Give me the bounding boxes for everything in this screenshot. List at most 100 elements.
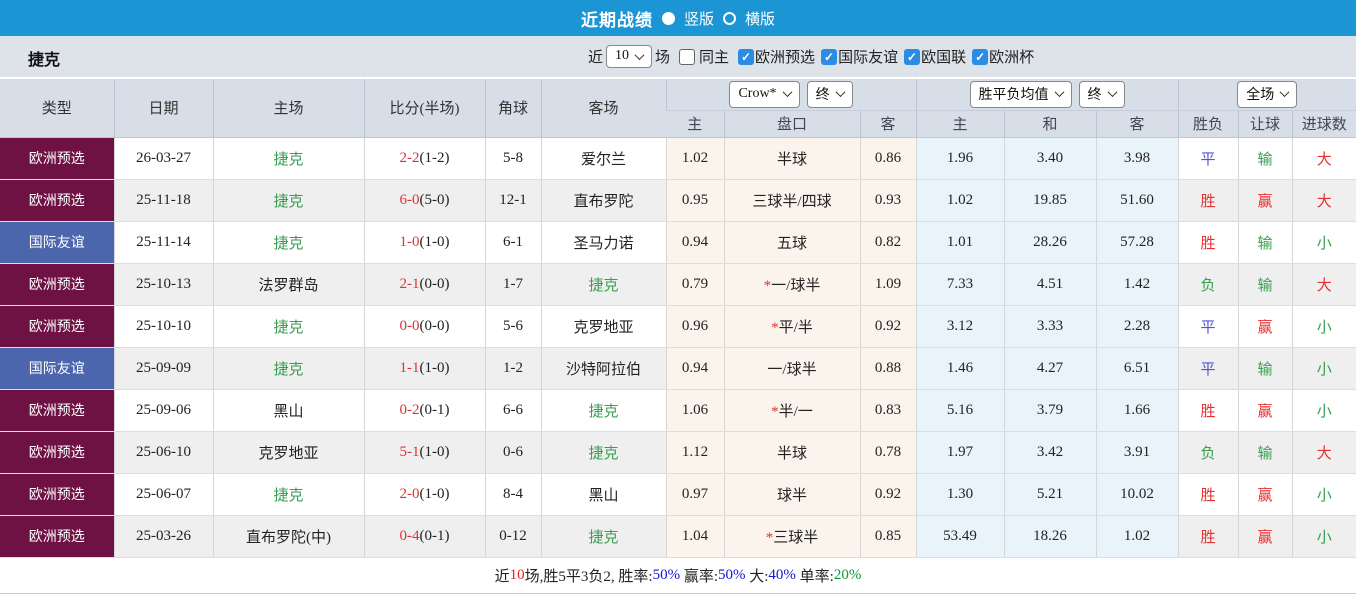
odds-away-cell: 0.86 xyxy=(859,137,916,180)
date-cell: 25-11-14 xyxy=(113,221,213,264)
avg-away-cell: 51.60 xyxy=(1095,179,1178,222)
home-team-cell: 克罗地亚 xyxy=(212,431,364,474)
away-team-cell: 捷克 xyxy=(540,389,666,432)
odds-company-select[interactable]: Crow* xyxy=(729,80,800,108)
corners-cell: 5-6 xyxy=(484,305,541,348)
filters-group: 近 10 场 同主 ✓ 欧洲预选 ✓ 国际友谊 ✓ 欧国联 ✓ 欧洲杯 xyxy=(585,36,1034,77)
footer-segment: 单率: xyxy=(795,568,834,585)
odds-time-select-2[interactable]: 终 xyxy=(1078,80,1125,108)
avg-draw-cell: 4.51 xyxy=(1003,263,1096,306)
over-under-cell: 小 xyxy=(1291,389,1356,432)
competition-checkbox[interactable]: ✓ xyxy=(972,48,989,65)
same-home-checkbox[interactable] xyxy=(679,48,696,65)
over-under-cell: 小 xyxy=(1291,473,1356,516)
avg-away-cell: 1.66 xyxy=(1095,389,1178,432)
recent-count-select[interactable]: 10 xyxy=(606,45,653,68)
match-type-cell: 欧洲预选 xyxy=(0,515,114,558)
table-row: 欧洲预选 25-06-10 克罗地亚 5-1(1-0) 0-6 捷克 1.12 半球 0.78 1… xyxy=(0,431,1356,474)
avg-metric-select[interactable]: 胜平负均值 xyxy=(969,80,1072,108)
home-team-cell: 捷克 xyxy=(212,473,364,516)
competition-label: 欧洲杯 xyxy=(989,50,1035,66)
home-team-cell: 捷克 xyxy=(212,347,364,390)
scope-group-header: 全场 xyxy=(1177,79,1356,111)
odds-home-cell: 0.96 xyxy=(665,305,724,348)
avg-home-cell: 3.12 xyxy=(915,305,1004,348)
result-cell: 平 xyxy=(1177,137,1238,180)
scope-value: 全场 xyxy=(1246,87,1275,103)
score-cell: 1-0(1-0) xyxy=(363,221,485,264)
recent-label: 近 xyxy=(588,50,604,66)
table-row: 欧洲预选 25-10-13 法罗群岛 2-1(0-0) 1-7 捷克 0.79 *一/球半 1.… xyxy=(0,263,1356,306)
footer-segment: 50% xyxy=(652,566,681,583)
result-cell: 胜 xyxy=(1177,221,1238,264)
chevron-down-icon xyxy=(782,87,793,98)
odds-away-cell: 0.78 xyxy=(859,431,916,474)
home-team-cell: 捷克 xyxy=(212,179,364,222)
away-team-cell: 沙特阿拉伯 xyxy=(540,347,666,390)
competition-checkbox[interactable]: ✓ xyxy=(738,48,755,65)
odds-away-cell: 0.93 xyxy=(859,179,916,222)
table-header: 类型 日期 主场 比分(半场) 角球 客场 Crow* 终 胜平负均值 终 全场… xyxy=(0,79,1356,138)
odds-time-value-2: 终 xyxy=(1087,87,1102,103)
over-under-cell: 大 xyxy=(1291,263,1356,306)
handicap-result-cell: 输 xyxy=(1237,221,1292,264)
odds-away-cell: 0.92 xyxy=(859,305,916,348)
footer-segment: 场,胜5平3负2, 胜率: xyxy=(524,568,653,585)
avg-home-cell: 1.97 xyxy=(915,431,1004,474)
handicap-result-cell: 赢 xyxy=(1237,305,1292,348)
odds-time-select-1[interactable]: 终 xyxy=(806,80,853,108)
table-row: 欧洲预选 25-06-07 捷克 2-0(1-0) 8-4 黑山 0.97 球半 0.92 1.3… xyxy=(0,473,1356,516)
away-team-cell: 直布罗陀 xyxy=(540,179,666,222)
away-team-cell: 克罗地亚 xyxy=(540,305,666,348)
horizontal-layout-label: 横版 xyxy=(745,10,776,28)
date-cell: 26-03-27 xyxy=(113,137,213,180)
filter-bar: 捷克 近 10 场 同主 ✓ 欧洲预选 ✓ 国际友谊 ✓ 欧国联 ✓ 欧洲杯 xyxy=(0,36,1356,79)
table-row: 欧洲预选 25-11-18 捷克 6-0(5-0) 12-1 直布罗陀 0.95 三球半/四球… xyxy=(0,179,1356,222)
competition-label: 欧洲预选 xyxy=(755,50,816,66)
table-row: 欧洲预选 25-03-26 直布罗陀(中) 0-4(0-1) 0-12 捷克 1.04 *三球… xyxy=(0,515,1356,558)
horizontal-layout-radio[interactable] xyxy=(723,11,736,25)
col-header-date: 日期 xyxy=(113,79,213,138)
avg-home-cell: 1.96 xyxy=(915,137,1004,180)
score-cell: 0-0(0-0) xyxy=(363,305,485,348)
date-cell: 25-10-10 xyxy=(113,305,213,348)
summary-footer: 近 10 场,胜5平3负2, 胜率: 50% 赢率: 50% 大: 40% 单率: 20% xyxy=(0,557,1356,594)
result-cell: 平 xyxy=(1177,305,1238,348)
corners-cell: 0-6 xyxy=(484,431,541,474)
handicap-cell: 半球 xyxy=(723,137,860,180)
odds-away-cell: 0.88 xyxy=(859,347,916,390)
handicap-result-cell: 赢 xyxy=(1237,473,1292,516)
competition-filters: ✓ 欧洲预选 ✓ 国际友谊 ✓ 欧国联 ✓ 欧洲杯 xyxy=(732,46,1034,67)
scope-select[interactable]: 全场 xyxy=(1237,80,1298,108)
score-cell: 6-0(5-0) xyxy=(363,179,485,222)
odds-home-cell: 1.12 xyxy=(665,431,724,474)
odds-away-cell: 0.92 xyxy=(859,473,916,516)
match-type-cell: 欧洲预选 xyxy=(0,137,114,180)
match-type-cell: 欧洲预选 xyxy=(0,473,114,516)
avg-draw-cell: 3.40 xyxy=(1003,137,1096,180)
avg-draw-cell: 28.26 xyxy=(1003,221,1096,264)
competition-label: 国际友谊 xyxy=(838,50,899,66)
match-type-cell: 欧洲预选 xyxy=(0,305,114,348)
score-cell: 2-1(0-0) xyxy=(363,263,485,306)
handicap-cell: 三球半/四球 xyxy=(723,179,860,222)
handicap-cell: 球半 xyxy=(723,473,860,516)
table-row: 欧洲预选 25-10-10 捷克 0-0(0-0) 5-6 克罗地亚 0.96 *平/半 0.9… xyxy=(0,305,1356,348)
handicap-cell: 半球 xyxy=(723,431,860,474)
handicap-cell: *平/半 xyxy=(723,305,860,348)
competition-checkbox[interactable]: ✓ xyxy=(821,48,838,65)
results-table: 类型 日期 主场 比分(半场) 角球 客场 Crow* 终 胜平负均值 终 全场… xyxy=(0,79,1356,558)
vertical-layout-radio[interactable] xyxy=(661,11,675,25)
date-cell: 25-09-09 xyxy=(113,347,213,390)
away-team-cell: 捷克 xyxy=(540,263,666,306)
avg-draw-cell: 3.79 xyxy=(1003,389,1096,432)
subcol-result: 胜负 xyxy=(1177,110,1238,138)
odds-home-cell: 0.97 xyxy=(665,473,724,516)
odds-home-cell: 1.02 xyxy=(665,137,724,180)
over-under-cell: 大 xyxy=(1291,431,1356,474)
avg-away-cell: 6.51 xyxy=(1095,347,1178,390)
competition-checkbox[interactable]: ✓ xyxy=(904,48,921,65)
odds-time-value-1: 终 xyxy=(815,87,830,103)
footer-segment: 近 xyxy=(494,568,510,585)
score-cell: 1-1(1-0) xyxy=(363,347,485,390)
